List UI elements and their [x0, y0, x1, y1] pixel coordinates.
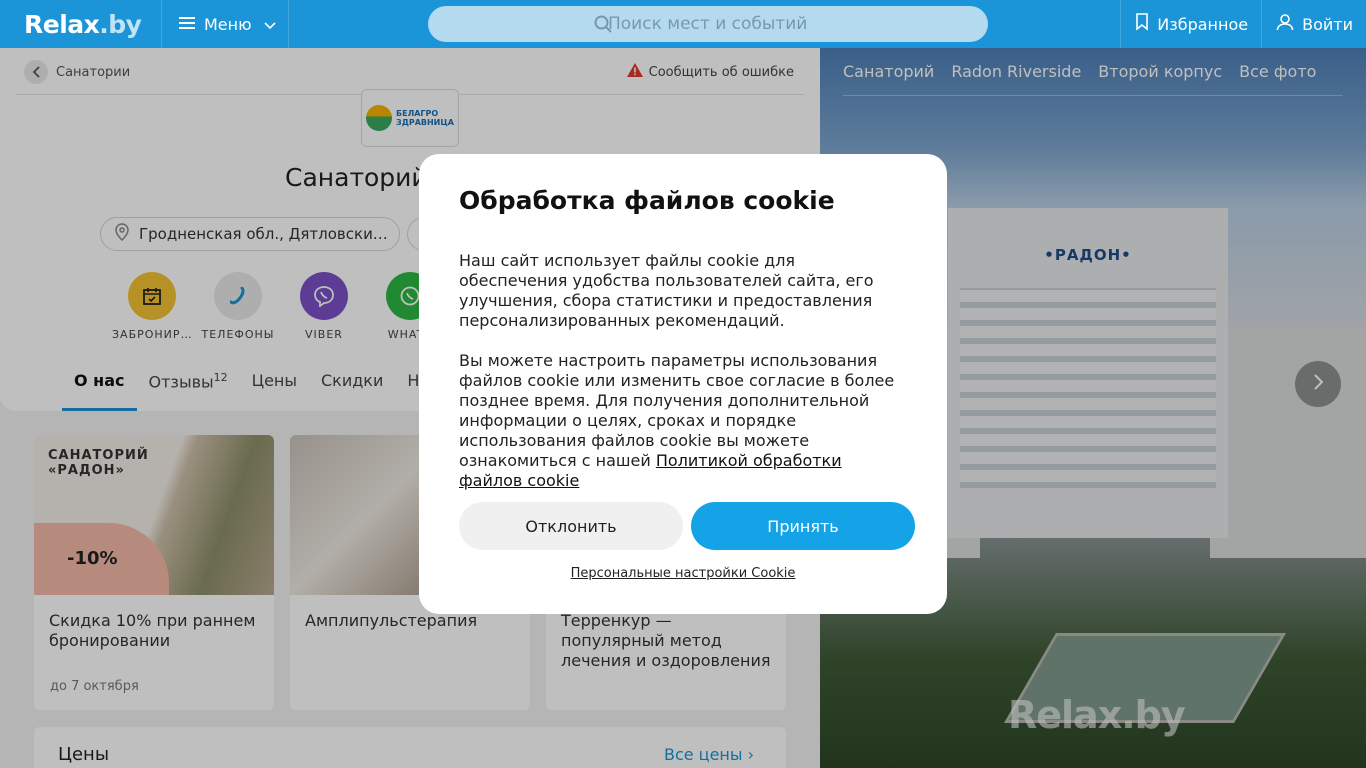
search-icon: [594, 15, 612, 37]
login-label: Войти: [1302, 14, 1353, 34]
personal-cookie-settings-link[interactable]: Персональные настройки Cookie: [419, 566, 947, 581]
menu-label: Меню: [204, 14, 252, 34]
menu-button[interactable]: Меню: [162, 0, 289, 48]
search-placeholder: Поиск мест и событий: [608, 14, 808, 34]
decline-button[interactable]: Отклонить: [459, 502, 683, 550]
accept-button[interactable]: Принять: [691, 502, 915, 550]
chevron-down-icon: [264, 15, 276, 34]
user-icon: [1276, 13, 1294, 35]
hamburger-icon: [179, 15, 195, 34]
logo-suffix: .by: [99, 9, 142, 39]
search-input[interactable]: Поиск мест и событий: [428, 6, 988, 42]
cookie-paragraph-1: Наш сайт использует файлы cookie для обе…: [459, 251, 874, 330]
cookie-modal: Обработка файлов cookie Наш сайт использ…: [419, 154, 947, 614]
site-logo[interactable]: Relax .by: [0, 0, 162, 48]
favorites-label: Избранное: [1157, 14, 1249, 34]
favorites-link[interactable]: Избранное: [1120, 0, 1261, 48]
cookie-modal-title: Обработка файлов cookie: [459, 186, 835, 215]
logo-text: Relax: [24, 9, 100, 39]
top-header: Relax .by Меню Поиск мест и событий Избра…: [0, 0, 1366, 48]
login-link[interactable]: Войти: [1261, 0, 1366, 48]
bookmark-icon: [1135, 13, 1149, 35]
cookie-paragraph-2: Вы можете настроить параметры использова…: [459, 351, 907, 491]
